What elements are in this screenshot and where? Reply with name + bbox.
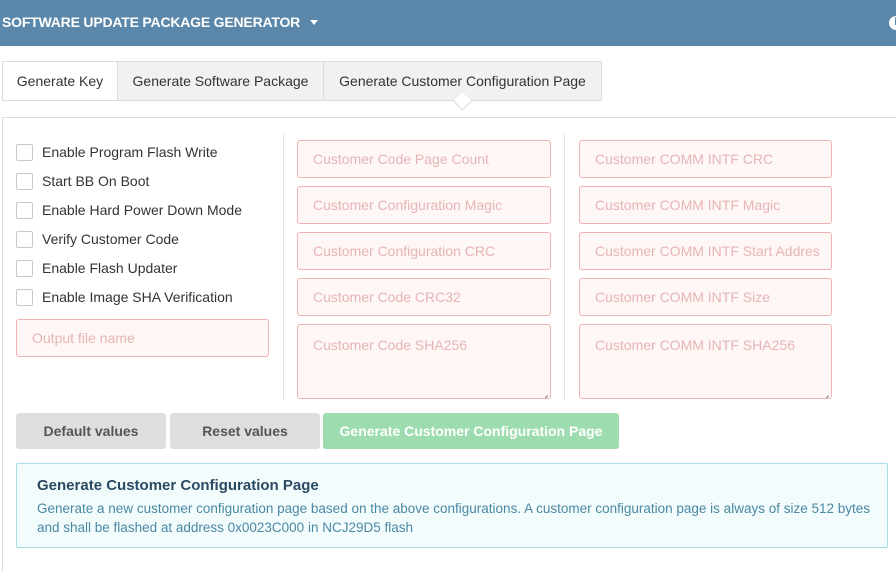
checkbox[interactable] xyxy=(16,172,33,190)
customer-code-sha256-placeholder: Customer Code SHA256 xyxy=(313,337,468,353)
checkbox-label: Start BB On Boot xyxy=(42,173,150,189)
customer-comm-intf-magic-input[interactable]: Customer COMM INTF Magic xyxy=(579,186,832,224)
resize-handle-icon[interactable] xyxy=(821,388,829,396)
default-values-button[interactable]: Default values xyxy=(16,413,166,449)
app-title-text: SOFTWARE UPDATE PACKAGE GENERATOR xyxy=(2,14,301,30)
customer-configuration-magic-input[interactable]: Customer Configuration Magic xyxy=(297,186,551,224)
info-alert: Generate Customer Configuration Page Gen… xyxy=(16,463,888,548)
reset-values-button[interactable]: Reset values xyxy=(170,413,320,449)
output-file-name-input[interactable]: Output file name xyxy=(16,319,269,357)
checkbox-enable-program-flash-write[interactable]: Enable Program Flash Write xyxy=(16,143,218,161)
column-divider xyxy=(564,133,565,399)
checkbox-label: Enable Flash Updater xyxy=(42,260,178,276)
checkbox[interactable] xyxy=(16,259,33,277)
tab-generate-software-package[interactable]: Generate Software Package xyxy=(118,61,324,101)
checkbox-label: Enable Hard Power Down Mode xyxy=(42,202,242,218)
info-alert-text: Generate a new customer configuration pa… xyxy=(37,501,871,535)
checkbox-enable-hard-power-down-mode[interactable]: Enable Hard Power Down Mode xyxy=(16,201,242,219)
checkbox-enable-flash-updater[interactable]: Enable Flash Updater xyxy=(16,259,177,277)
customer-code-crc32-input[interactable]: Customer Code CRC32 xyxy=(297,278,551,316)
checkbox-start-bb-on-boot[interactable]: Start BB On Boot xyxy=(16,172,149,190)
tab-generate-key[interactable]: Generate Key xyxy=(2,61,118,101)
checkbox-enable-image-sha-verification[interactable]: Enable Image SHA Verification xyxy=(16,288,233,306)
customer-comm-intf-sha256-textarea[interactable]: Customer COMM INTF SHA256 xyxy=(579,324,832,399)
resize-handle-icon[interactable] xyxy=(540,388,548,396)
chevron-down-icon xyxy=(310,20,319,25)
customer-configuration-crc-input[interactable]: Customer Configuration CRC xyxy=(297,232,551,270)
info-alert-title: Generate Customer Configuration Page xyxy=(37,477,319,494)
checkbox[interactable] xyxy=(16,230,33,248)
customer-comm-intf-sha256-placeholder: Customer COMM INTF SHA256 xyxy=(595,337,795,353)
checkbox-label: Enable Program Flash Write xyxy=(42,144,218,160)
tab-bar: Generate Key Generate Software Package G… xyxy=(2,61,602,101)
checkbox-label: Enable Image SHA Verification xyxy=(42,289,233,305)
top-navbar: SOFTWARE UPDATE PACKAGE GENERATOR xyxy=(0,0,896,46)
customer-comm-intf-start-address-input[interactable]: Customer COMM INTF Start Addres xyxy=(579,232,832,270)
checkbox[interactable] xyxy=(16,143,33,161)
tab-generate-customer-configuration-page[interactable]: Generate Customer Configuration Page xyxy=(324,61,602,101)
customer-code-page-count-input[interactable]: Customer Code Page Count xyxy=(297,140,551,178)
column-divider xyxy=(283,133,284,399)
checkbox-label: Verify Customer Code xyxy=(42,231,179,247)
checkbox[interactable] xyxy=(16,288,33,306)
info-icon[interactable] xyxy=(889,15,896,30)
customer-code-sha256-textarea[interactable]: Customer Code SHA256 xyxy=(297,324,551,399)
customer-comm-intf-size-input[interactable]: Customer COMM INTF Size xyxy=(579,278,832,316)
app-title-dropdown[interactable]: SOFTWARE UPDATE PACKAGE GENERATOR xyxy=(2,14,319,30)
checkbox-verify-customer-code[interactable]: Verify Customer Code xyxy=(16,230,179,248)
customer-comm-intf-crc-input[interactable]: Customer COMM INTF CRC xyxy=(579,140,832,178)
checkbox[interactable] xyxy=(16,201,33,219)
generate-customer-configuration-page-button[interactable]: Generate Customer Configuration Page xyxy=(323,413,619,449)
